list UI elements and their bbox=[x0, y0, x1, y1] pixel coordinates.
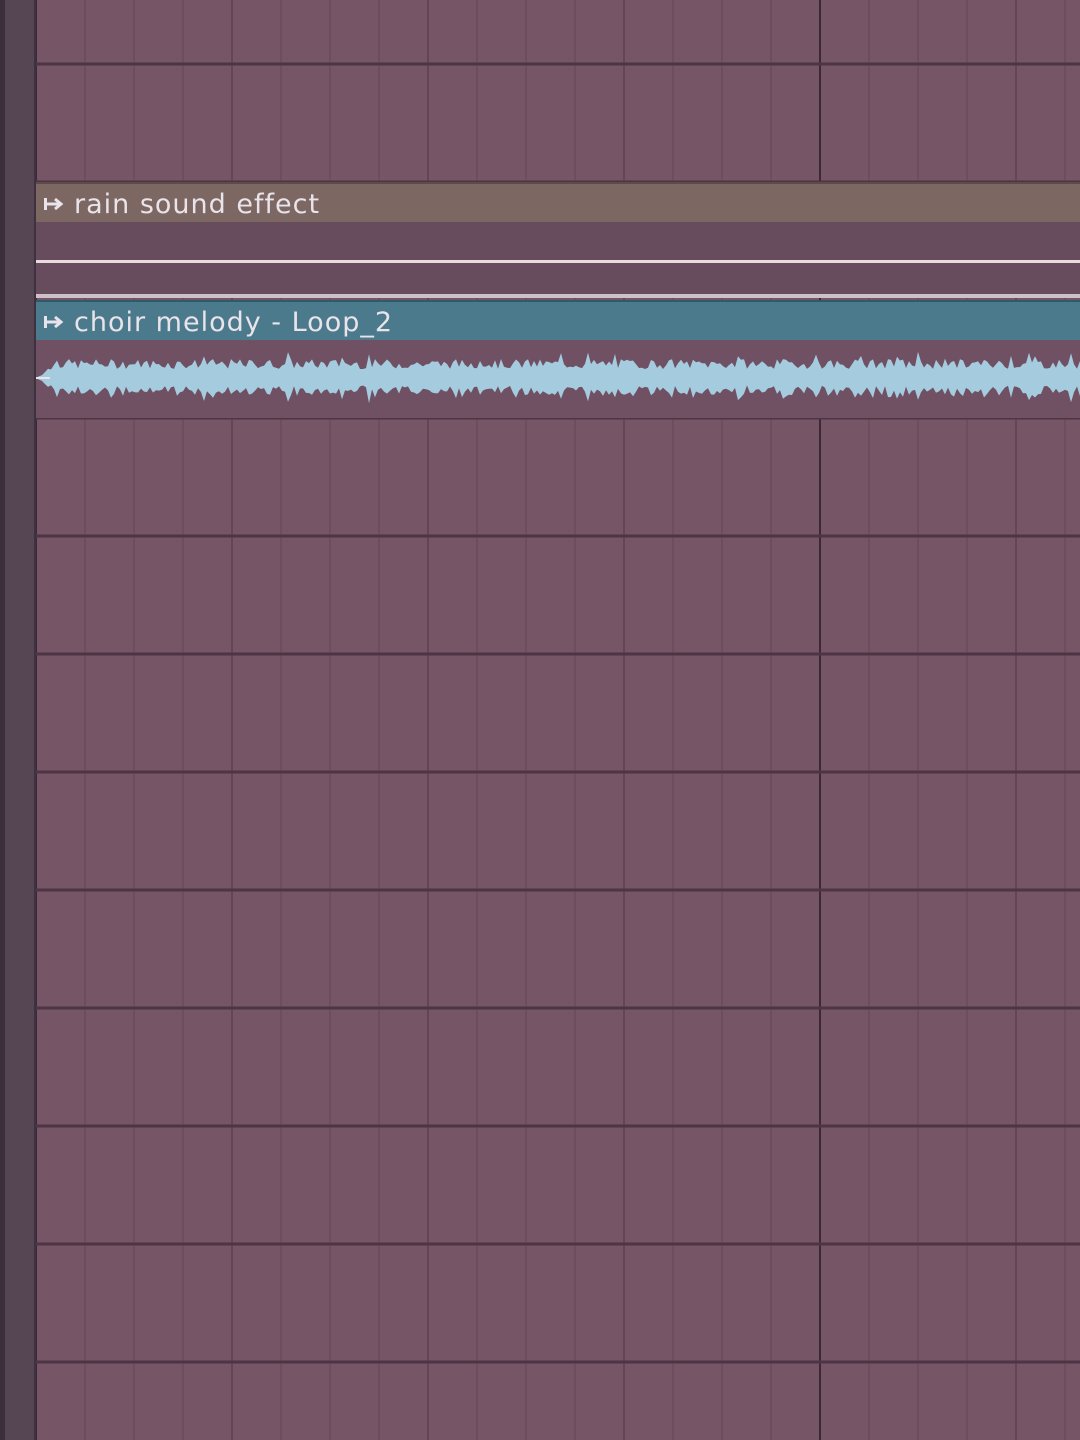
clip-menu-icon[interactable] bbox=[42, 312, 66, 332]
clip-body[interactable] bbox=[36, 340, 1080, 418]
playlist-area[interactable]: rain sound effect choir melody - Loop_2 bbox=[0, 0, 1080, 1440]
track-header-strip bbox=[0, 0, 36, 1440]
clip-body[interactable] bbox=[36, 222, 1080, 298]
waveform-shape bbox=[36, 351, 1080, 404]
clip-menu-icon[interactable] bbox=[42, 194, 66, 214]
waveform bbox=[36, 351, 1080, 404]
clip-header[interactable]: rain sound effect bbox=[36, 182, 1080, 224]
clip-title: rain sound effect bbox=[74, 188, 321, 220]
audio-clip-rain[interactable]: rain sound effect bbox=[36, 182, 1080, 298]
clip-header[interactable]: choir melody - Loop_2 bbox=[36, 300, 1080, 342]
audio-clip-choir[interactable]: choir melody - Loop_2 bbox=[36, 300, 1080, 418]
clip-title: choir melody - Loop_2 bbox=[74, 306, 394, 338]
flat-waveform bbox=[36, 260, 1080, 263]
clip-divider bbox=[36, 294, 1080, 298]
